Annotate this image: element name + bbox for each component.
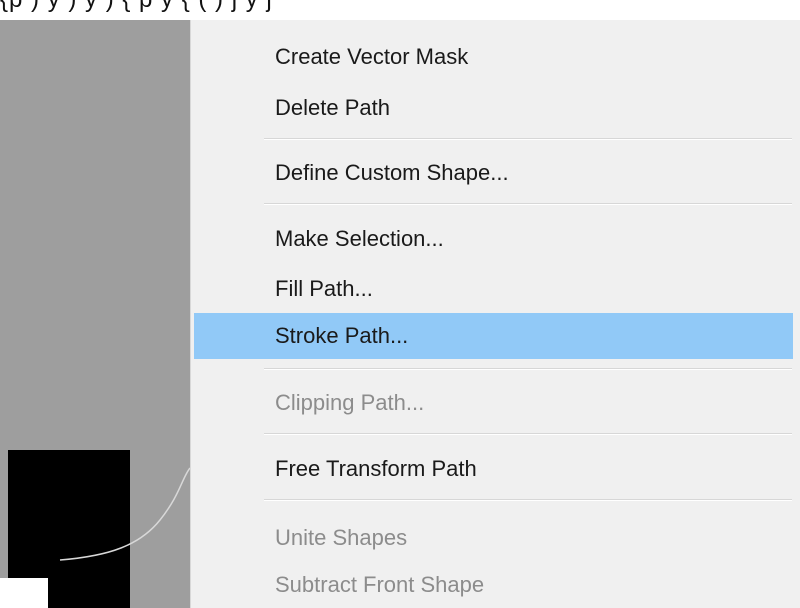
top-strip-text: {p ) y ) y ) { p y { ( ) j y j	[0, 0, 800, 14]
menu-separator	[264, 368, 792, 370]
menu-item-delete-path[interactable]: Delete Path	[194, 85, 793, 131]
menu-item-free-transform-path[interactable]: Free Transform Path	[194, 446, 793, 492]
menu-separator	[264, 433, 792, 435]
menu-separator	[264, 499, 792, 501]
menu-item-fill-path[interactable]: Fill Path...	[194, 266, 793, 312]
menu-item-unite-shapes[interactable]: Unite Shapes	[194, 515, 793, 561]
menu-separator	[264, 138, 792, 140]
canvas-white-area	[0, 578, 48, 608]
menu-item-make-selection[interactable]: Make Selection...	[194, 216, 793, 262]
menu-item-clipping-path[interactable]: Clipping Path...	[194, 380, 793, 426]
canvas-left-edge	[0, 450, 8, 578]
menu-item-stroke-path[interactable]: Stroke Path...	[194, 313, 793, 359]
context-menu: Create Vector Mask Delete Path Define Cu…	[190, 20, 800, 608]
top-strip: {p ) y ) y ) { p y { ( ) j y j	[0, 0, 800, 20]
menu-item-subtract-front-shape[interactable]: Subtract Front Shape	[194, 562, 793, 608]
menu-separator	[264, 203, 792, 205]
menu-item-create-vector-mask[interactable]: Create Vector Mask	[194, 34, 793, 80]
menu-item-define-custom-shape[interactable]: Define Custom Shape...	[194, 150, 793, 196]
